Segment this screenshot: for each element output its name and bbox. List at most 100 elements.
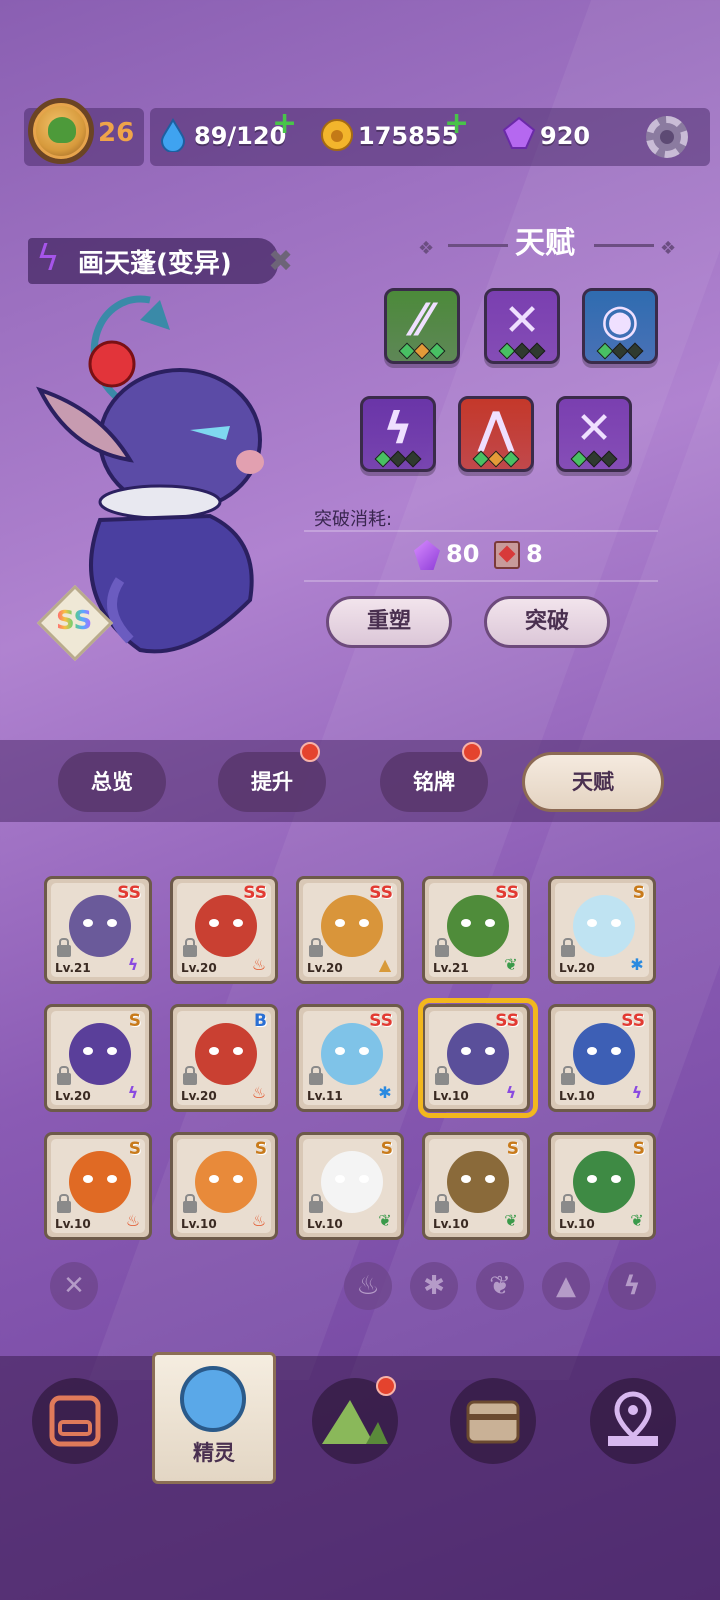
pet-level: Lv.20 [559,961,595,975]
lock-icon [309,1194,323,1213]
pet-card[interactable]: S Lv.10 ❦ [296,1132,404,1240]
grass-element-icon: ❦ [504,955,518,974]
breakthrough-cost-label: 突破消耗: [314,509,393,530]
lock-icon [183,938,197,957]
lock-icon [435,938,449,957]
lightning-filter-icon[interactable]: ϟ [608,1262,656,1310]
pet-card[interactable]: S Lv.20 ϟ [44,1004,152,1112]
pet-card[interactable]: SS Lv.10 ϟ [548,1004,656,1112]
pet-portrait [321,1151,383,1213]
fire-element-icon: ♨ [125,1211,141,1230]
talent-lightning-icon[interactable]: ϟ [360,396,436,472]
add-stamina-button[interactable]: + [272,106,297,141]
ornament-line [594,244,654,247]
pet-portrait [195,895,257,957]
pet-level: Lv.10 [181,1217,217,1231]
notification-dot [300,742,320,762]
pet-card[interactable]: SS Lv.20 ♨ [170,876,278,984]
ice-filter-icon[interactable]: ✱ [410,1262,458,1310]
grass-element-icon: ❦ [630,1211,644,1230]
tab-talent[interactable]: 天赋 [522,752,664,812]
pet-card[interactable]: SS Lv.20 ▲ [296,876,404,984]
tab-overview[interactable]: 总览 [58,752,166,812]
pet-portrait [321,1023,383,1085]
earth-element-icon: ▲ [378,955,392,974]
card-cost: 8 [526,540,543,568]
nav-map-pin-icon[interactable] [590,1378,676,1464]
pet-level: Lv.10 [559,1217,595,1231]
talent-wind-icon[interactable]: ✕ [556,396,632,472]
lock-icon [561,938,575,957]
fire-element-icon: ♨ [251,1211,267,1230]
selected-card-frame [418,998,538,1118]
mutation-x-icon: ✖ [268,244,294,279]
pet-card[interactable]: S Lv.10 ♨ [170,1132,278,1240]
lock-icon [183,1194,197,1213]
pet-card[interactable]: S Lv.10 ❦ [422,1132,530,1240]
talent-title: 天赋 [515,226,575,261]
pet-card-icon [494,541,520,569]
talent-eye-icon[interactable]: ◉ [582,288,658,364]
grass-filter-icon[interactable]: ❦ [476,1262,524,1310]
water-drop-icon [160,118,186,152]
notification-dot [376,1376,396,1396]
pet-level: Lv.21 [433,961,469,975]
pet-grade: S [128,1139,141,1159]
fire-filter-icon[interactable]: ♨ [344,1262,392,1310]
ornament-right-icon: ❖ [660,238,677,259]
lock-icon [309,938,323,957]
pet-portrait [69,895,131,957]
pet-grade: S [380,1139,393,1159]
pet-grade: SS [369,883,393,903]
lock-icon [57,938,71,957]
pet-portrait [573,1023,635,1085]
talent-fang-icon[interactable]: ⋀ [458,396,534,472]
reshape-button[interactable]: 重塑 [326,596,452,648]
earth-filter-icon[interactable]: ▲ [542,1262,590,1310]
pet-card[interactable]: S Lv.10 ❦ [548,1132,656,1240]
breakthrough-button[interactable]: 突破 [484,596,610,648]
pet-level: Lv.10 [55,1217,91,1231]
nav-spirit-label: 精灵 [193,1441,235,1465]
crystal-cost: 80 [446,540,480,568]
pet-grade: S [632,1139,645,1159]
pet-portrait [195,1151,257,1213]
pet-grade: SS [369,1011,393,1031]
talent-wind-icon[interactable]: ✕ [484,288,560,364]
divider [304,530,658,532]
purple-gem-icon [502,116,536,149]
player-level: 26 [98,118,135,148]
lightning-element-icon: ϟ [127,955,139,974]
pet-card[interactable]: SS Lv.21 ❦ [422,876,530,984]
pet-card[interactable]: S Lv.20 ✱ [548,876,656,984]
pet-portrait [69,1151,131,1213]
player-avatar[interactable] [28,98,94,164]
nav-chest-icon[interactable] [450,1378,536,1464]
pet-grade: S [632,883,645,903]
lock-icon [561,1194,575,1213]
pet-portrait [573,1151,635,1213]
grass-element-icon: ❦ [504,1211,518,1230]
clear-filter-icon[interactable]: ✕ [50,1262,98,1310]
add-coins-button[interactable]: + [444,106,469,141]
pet-level: Lv.20 [55,1089,91,1103]
pet-grade: SS [495,883,519,903]
lock-icon [561,1066,575,1085]
pet-card[interactable]: B Lv.20 ♨ [170,1004,278,1112]
gems-value: 920 [540,122,591,150]
nav-device-icon[interactable] [32,1378,118,1464]
pet-card[interactable]: SS Lv.21 ϟ [44,876,152,984]
pet-level: Lv.20 [181,961,217,975]
settings-gear-icon[interactable] [646,116,688,158]
pet-grade: SS [621,1011,645,1031]
pet-grade: S [254,1139,267,1159]
pet-grade: S [506,1139,519,1159]
talent-claw-icon[interactable]: ⁄⁄ [384,288,460,364]
ice-element-icon: ✱ [378,1083,392,1102]
pet-grade: S [128,1011,141,1031]
coin-icon [321,119,353,151]
pet-card[interactable]: SS Lv.11 ✱ [296,1004,404,1112]
pet-card[interactable]: S Lv.10 ♨ [44,1132,152,1240]
pet-level: Lv.10 [559,1089,595,1103]
grass-element-icon: ❦ [378,1211,392,1230]
